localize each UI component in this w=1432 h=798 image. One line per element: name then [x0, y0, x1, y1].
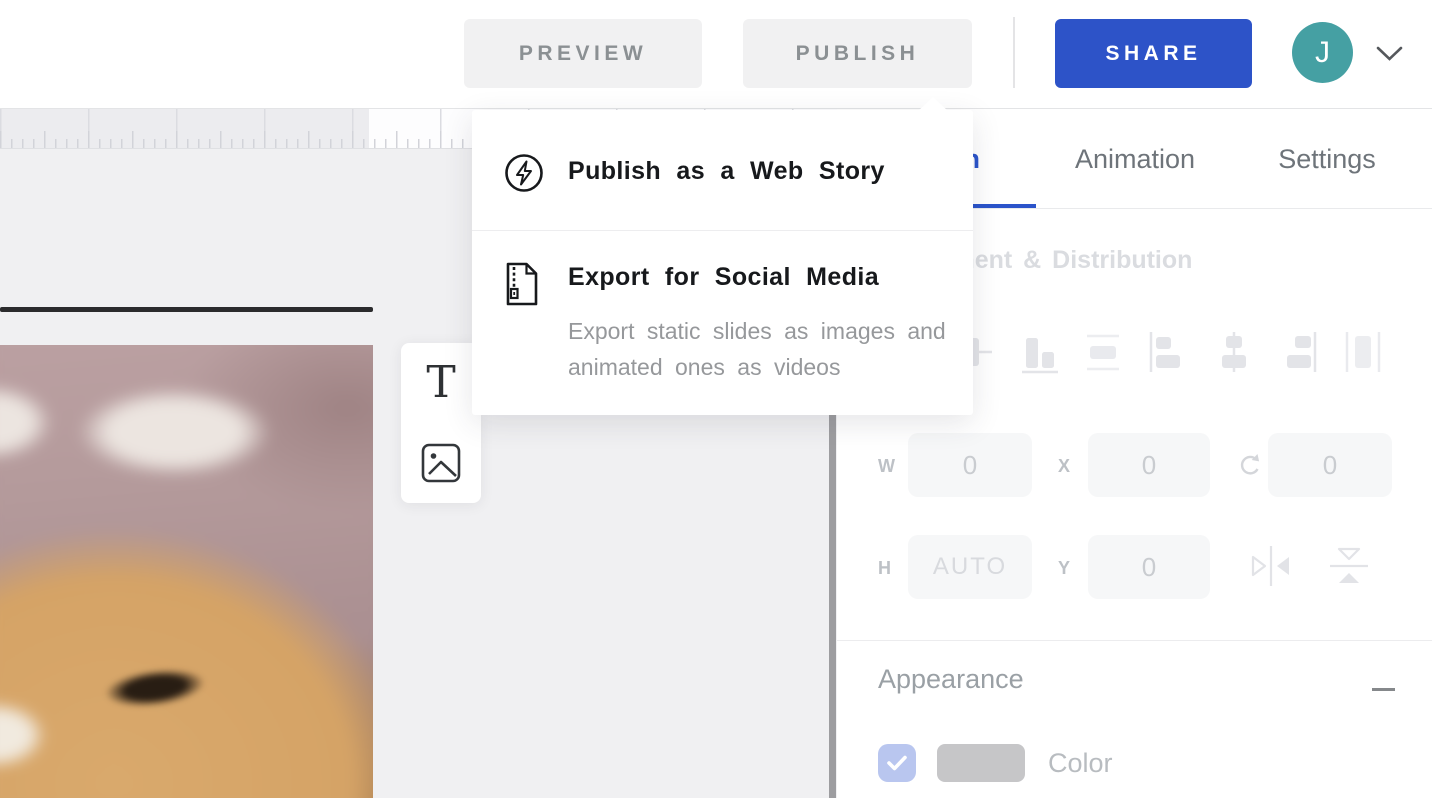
menu-item-description: Export static slides as images and anima…: [568, 313, 948, 385]
align-left-icon[interactable]: [1147, 328, 1191, 376]
tab-animation[interactable]: Animation: [1075, 144, 1195, 175]
menu-item-publish-web-story[interactable]: Publish as a Web Story: [472, 110, 973, 230]
share-button[interactable]: SHARE: [1055, 19, 1252, 88]
x-input[interactable]: [1088, 433, 1210, 497]
image-tool-icon: [420, 443, 462, 483]
publish-button[interactable]: PUBLISH: [743, 19, 972, 88]
collapse-section-icon[interactable]: [1372, 688, 1395, 691]
align-right-icon[interactable]: [1275, 328, 1319, 376]
flip-horizontal-icon[interactable]: [1248, 544, 1294, 588]
text-tool-icon: T: [426, 361, 455, 405]
height-input[interactable]: [908, 535, 1032, 599]
color-label: Color: [1048, 748, 1113, 779]
avatar[interactable]: J: [1292, 22, 1353, 83]
section-divider: [837, 640, 1432, 641]
canvas-dog-image[interactable]: [0, 345, 373, 798]
avatar-initial: J: [1315, 36, 1330, 70]
image-tool-button[interactable]: [401, 423, 481, 503]
chevron-down-icon[interactable]: [1376, 46, 1403, 62]
dropdown-pointer: [918, 97, 948, 111]
zip-document-icon: [505, 261, 539, 307]
preview-button[interactable]: PREVIEW: [464, 19, 702, 88]
flip-vertical-icon[interactable]: [1326, 542, 1372, 590]
tab-settings[interactable]: Settings: [1278, 144, 1376, 175]
menu-item-title: Publish as a Web Story: [568, 157, 885, 186]
top-bar: PREVIEW PUBLISH SHARE J: [0, 0, 1432, 109]
color-checkbox[interactable]: [878, 744, 916, 782]
width-label: W: [878, 456, 908, 477]
check-icon: [886, 754, 908, 772]
width-input[interactable]: [908, 433, 1032, 497]
distribute-vertical-icon[interactable]: [1081, 328, 1125, 376]
menu-item-title: Export for Social Media: [568, 263, 879, 292]
distribute-horizontal-icon[interactable]: [1341, 328, 1385, 376]
height-label: H: [878, 558, 908, 579]
rotation-input[interactable]: [1268, 433, 1392, 497]
color-swatch[interactable]: [937, 744, 1025, 782]
rotation-icon: [1236, 450, 1263, 480]
x-label: X: [1058, 456, 1088, 477]
text-tool-button[interactable]: T: [401, 343, 481, 423]
publish-dropdown-menu: Publish as a Web Story Export for Social…: [472, 110, 973, 415]
menu-item-export-social[interactable]: Export for Social Media Export static sl…: [472, 231, 973, 415]
appearance-section-title: Appearance: [878, 664, 1024, 695]
vertical-scrollbar[interactable]: [829, 415, 836, 798]
y-label: Y: [1058, 558, 1088, 579]
align-center-icon[interactable]: [1212, 328, 1256, 376]
canvas-divider-element[interactable]: [0, 307, 373, 312]
align-bottom-icon[interactable]: [1018, 328, 1062, 376]
dog-photo-paint: [0, 345, 373, 798]
header-divider: [1013, 17, 1015, 88]
app-window: T Design Animation Settings Alignment & …: [0, 0, 1432, 798]
y-input[interactable]: [1088, 535, 1210, 599]
lightning-circle-icon: [503, 152, 545, 194]
insert-toolbar: T: [401, 343, 481, 503]
